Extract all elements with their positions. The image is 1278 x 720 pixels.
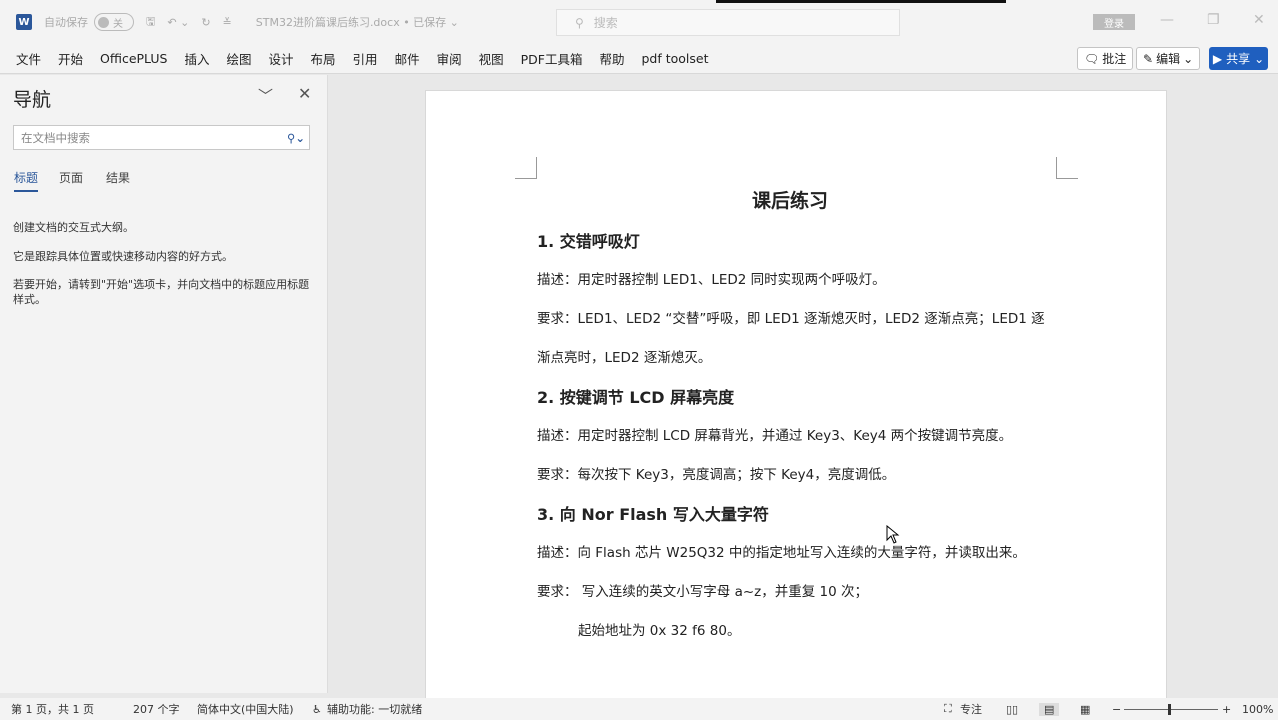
paragraph: 要求：LED1、LED2 “交替”呼吸，即 LED1 逐渐熄灭时，LED2 逐渐… [537, 311, 1045, 327]
heading-2: 2. 按键调节 LCD 屏幕亮度 [537, 388, 735, 407]
heading-3: 3. 向 Nor Flash 写入大量字符 [537, 505, 769, 524]
save-icon[interactable]: 🖫 [146, 13, 155, 32]
login-button[interactable]: 登录 [1093, 14, 1135, 30]
comments-button[interactable]: 🗨 批注 [1077, 47, 1134, 70]
paragraph: 渐点亮时，LED2 逐渐熄灭。 [537, 350, 712, 366]
minimize-icon[interactable]: — [1160, 12, 1174, 28]
autosave-toggle[interactable]: 关 [94, 13, 134, 31]
language[interactable]: 简体中文(中国大陆) [197, 701, 294, 717]
tab-insert[interactable]: 插入 [184, 49, 209, 68]
comments-label: 批注 [1102, 52, 1127, 66]
search-box[interactable]: ⚲ 搜索 [556, 9, 900, 36]
undo-icon[interactable]: ↶ ⌄ [167, 16, 189, 29]
accessibility-icon: ♿ [312, 702, 322, 716]
chevron-down-icon: ⌄ [1183, 51, 1194, 66]
paragraph: 描述：用定时器控制 LCD 屏幕背光，并通过 Key3、Key4 两个按键调节亮… [537, 428, 1013, 444]
tab-view[interactable]: 视图 [479, 49, 504, 68]
nav-hint: 若要开始，请转到"开始"选项卡，并向文档中的标题应用标题样式。 [13, 278, 310, 306]
zoom-slider[interactable] [1124, 704, 1218, 715]
word-logo-icon: W [16, 14, 32, 30]
tab-draw[interactable]: 绘图 [227, 49, 252, 68]
share-label: 共享 [1226, 52, 1251, 66]
zoom-level[interactable]: 100% [1242, 703, 1273, 716]
editing-button[interactable]: ✎ 编辑 ⌄ [1136, 47, 1201, 70]
editing-label: 编辑 [1156, 52, 1181, 66]
redo-icon[interactable]: ↻ [201, 16, 210, 29]
share-button[interactable]: ▶ 共享 ⌄ [1209, 47, 1268, 70]
search-icon: ⚲ [575, 15, 584, 30]
paragraph: 起始地址为 0x 32 f6 80。 [578, 623, 741, 639]
nav-tab-headings[interactable]: 标题 [14, 169, 39, 192]
tab-officeplus[interactable]: OfficePLUS [100, 51, 167, 66]
focus-icon: ⛶ [944, 702, 952, 715]
nav-hint: 它是跟踪具体位置或快速移动内容的好方式。 [13, 250, 233, 263]
nav-search-input[interactable]: 在文档中搜索 ⚲⌄ [13, 125, 310, 150]
autosave-state: 关 [113, 18, 123, 30]
pencil-icon: ✎ [1143, 51, 1154, 66]
nav-title: 导航 [13, 89, 52, 111]
share-icon: ▶ [1212, 51, 1223, 66]
tab-review[interactable]: 审阅 [437, 49, 462, 68]
accessibility-status[interactable]: 辅助功能: 一切就绪 [327, 701, 422, 717]
navigation-pane: 导航 ﹀ ✕ 在文档中搜索 ⚲⌄ 标题 页面 结果 创建文档的交互式大纲。 它是跟… [0, 75, 328, 693]
zoom-slider-thumb[interactable] [1168, 704, 1171, 715]
mouse-cursor-icon [886, 525, 900, 544]
zoom-out-button[interactable]: − [1112, 703, 1121, 716]
customize-toolbar-icon[interactable]: ≚ [223, 16, 232, 29]
paragraph: 要求： 写入连续的英文小写字母 a~z，并重复 10 次； [537, 584, 869, 600]
read-mode-icon[interactable]: ▯▯ [1006, 703, 1018, 716]
autosave-label: 自动保存 [44, 16, 88, 29]
close-icon[interactable]: ✕ [298, 84, 311, 103]
focus-mode[interactable]: 专注 [960, 701, 982, 717]
status-bar: 第 1 页，共 1 页 207 个字 简体中文(中国大陆) ♿ 辅助功能: 一切… [0, 698, 1278, 720]
word-count[interactable]: 207 个字 [133, 701, 180, 717]
margin-corner-mark [1056, 157, 1078, 179]
close-window-icon[interactable]: ✕ [1253, 12, 1265, 28]
document-title[interactable]: STM32进阶篇课后练习.docx • 已保存 ⌄ [256, 14, 459, 30]
restore-icon[interactable]: ❐ [1207, 12, 1220, 28]
zoom-in-button[interactable]: + [1222, 703, 1231, 716]
page-count[interactable]: 第 1 页，共 1 页 [11, 701, 94, 717]
loading-bar [716, 0, 1006, 3]
tab-layout[interactable]: 布局 [311, 49, 336, 68]
tab-design[interactable]: 设计 [269, 49, 294, 68]
nav-hint: 创建文档的交互式大纲。 [13, 221, 134, 234]
toggle-knob [98, 16, 109, 28]
nav-search-placeholder: 在文档中搜索 [21, 130, 90, 145]
nav-tab-results[interactable]: 结果 [106, 169, 130, 186]
document-title-heading: 课后练习 [752, 190, 829, 212]
paragraph: 描述：向 Flash 芯片 W25Q32 中的指定地址写入连续的大量字符，并读取… [537, 545, 1026, 561]
chevron-down-icon: ⌄ [1254, 51, 1265, 66]
tab-pdf-tools[interactable]: PDF工具箱 [521, 49, 583, 68]
paragraph: 要求：每次按下 Key3，亮度调高；按下 Key4，亮度调低。 [537, 467, 896, 483]
web-layout-icon[interactable]: ▦ [1080, 703, 1090, 716]
chevron-down-icon[interactable]: ﹀ [258, 85, 273, 106]
tab-references[interactable]: 引用 [353, 49, 378, 68]
tab-mailings[interactable]: 邮件 [395, 49, 420, 68]
print-layout-icon[interactable]: ▤ [1039, 702, 1060, 716]
search-icon[interactable]: ⚲⌄ [287, 131, 309, 145]
nav-tab-pages[interactable]: 页面 [59, 169, 83, 186]
tab-home[interactable]: 开始 [58, 49, 83, 68]
tab-help[interactable]: 帮助 [599, 49, 624, 68]
comment-icon: 🗨 [1084, 51, 1100, 66]
tab-pdf-toolset[interactable]: pdf toolset [641, 51, 708, 66]
search-placeholder: 搜索 [593, 16, 618, 30]
paragraph: 描述：用定时器控制 LED1、LED2 同时实现两个呼吸灯。 [537, 272, 886, 288]
margin-corner-mark [515, 157, 537, 179]
tab-file[interactable]: 文件 [16, 49, 41, 68]
heading-1: 1. 交错呼吸灯 [537, 232, 640, 251]
